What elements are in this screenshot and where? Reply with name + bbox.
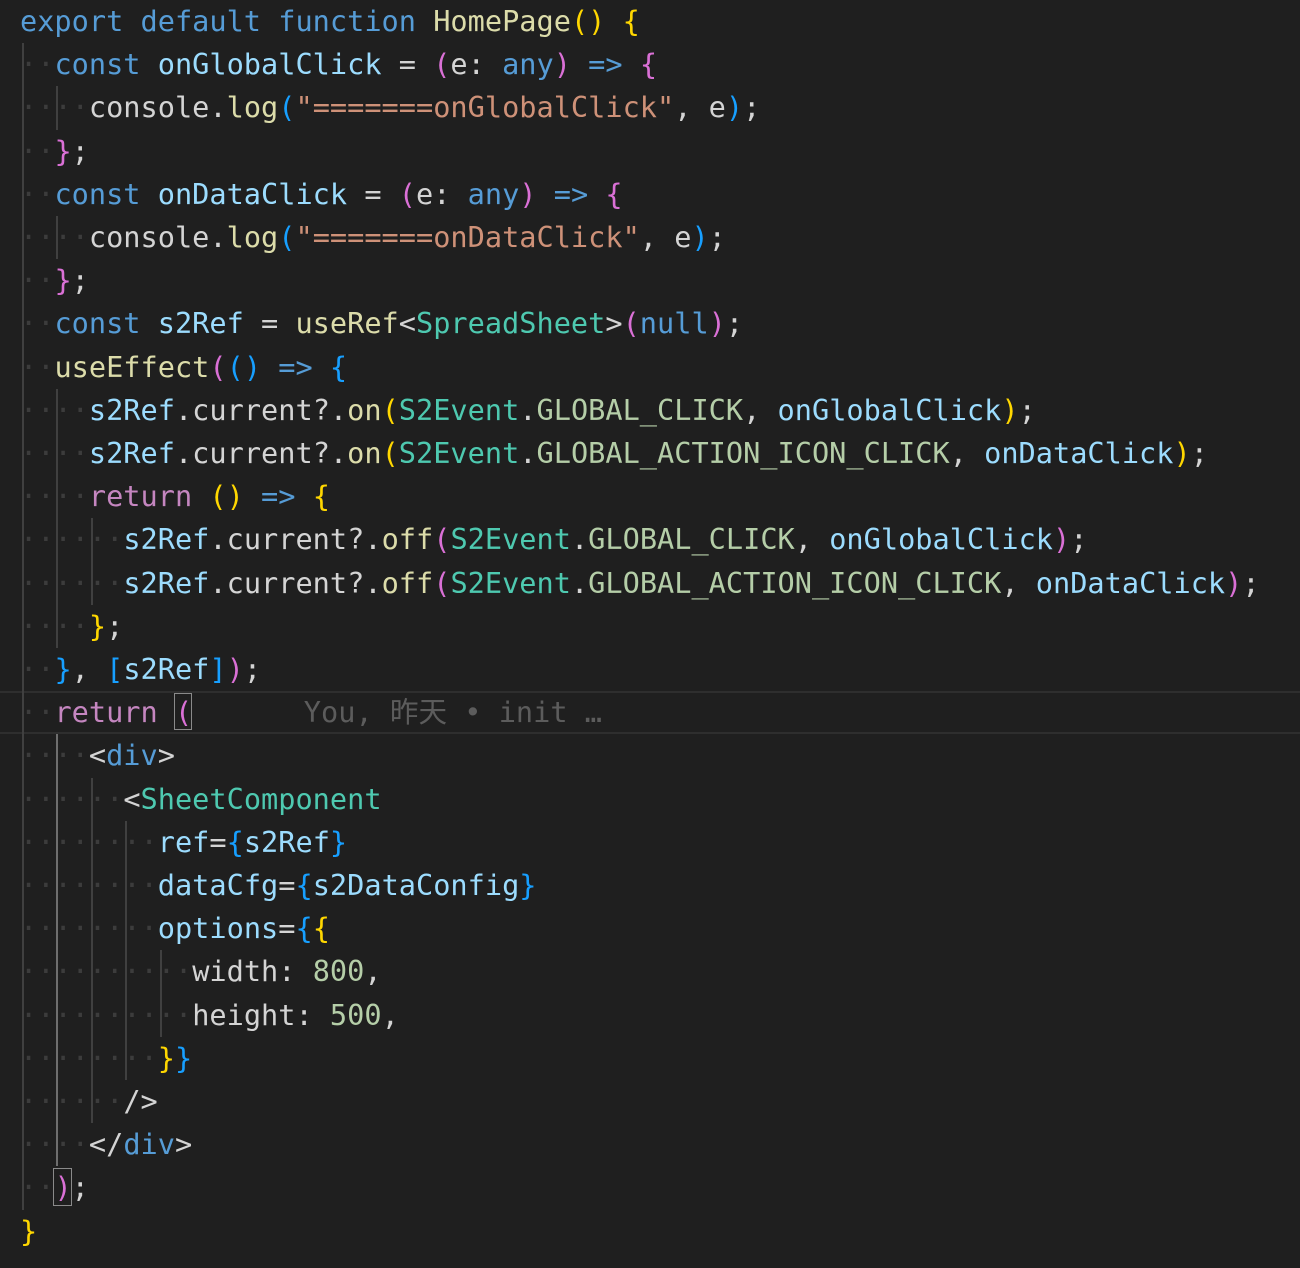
code-line[interactable]: ········}} <box>0 1037 1300 1080</box>
code-line[interactable]: ····}; <box>0 605 1300 648</box>
code-text: ····console.log("=======onDataClick", e)… <box>20 220 726 254</box>
code-line[interactable]: ··}, [s2Ref]); <box>0 648 1300 691</box>
code-text: ····s2Ref.current?.on(S2Event.GLOBAL_CLI… <box>20 392 1036 427</box>
indent-guide <box>56 388 59 648</box>
code-text: ··········width: 800, <box>20 954 382 989</box>
code-text: ··const onGlobalClick = (e: any) => { <box>20 47 658 82</box>
indent-guide <box>159 950 162 1037</box>
code-line[interactable]: export default function HomePage() { <box>0 0 1300 43</box>
indent-guide <box>56 734 59 1167</box>
code-line[interactable]: ··}; <box>0 130 1300 173</box>
code-line[interactable]: ······s2Ref.current?.off(S2Event.GLOBAL_… <box>0 562 1300 605</box>
matching-bracket-highlight <box>173 693 192 731</box>
code-text: export default function HomePage() { <box>20 4 640 38</box>
code-text: ····return () => { <box>20 479 330 514</box>
code-line[interactable]: ······s2Ref.current?.off(S2Event.GLOBAL_… <box>0 518 1300 561</box>
code-text: ········}} <box>20 1040 193 1075</box>
code-text: ······/> <box>20 1084 158 1118</box>
code-text: ··}; <box>20 133 89 168</box>
git-blame-annotation: You, 昨天 • init … <box>303 695 602 730</box>
indent-guide <box>90 518 93 605</box>
code-line[interactable]: ··········height: 500, <box>0 994 1300 1037</box>
code-line[interactable]: ··return ( You, 昨天 • init … <box>0 691 1300 735</box>
matching-bracket-highlight <box>53 1168 72 1206</box>
code-text: ········ref={s2Ref} <box>20 824 348 859</box>
code-text: ····s2Ref.current?.on(S2Event.GLOBAL_ACT… <box>20 436 1208 470</box>
indent-guide <box>56 86 59 130</box>
code-line[interactable]: ··useEffect(() => { <box>0 346 1300 389</box>
code-text: ····console.log("=======onGlobalClick", … <box>20 90 761 125</box>
code-line[interactable]: ··const onDataClick = (e: any) => { <box>0 173 1300 216</box>
code-text: ······<SheetComponent <box>20 781 382 816</box>
code-line[interactable]: ····console.log("=======onDataClick", e)… <box>0 216 1300 259</box>
code-line[interactable]: ··const onGlobalClick = (e: any) => { <box>0 43 1300 86</box>
indent-guide <box>125 820 128 1080</box>
code-text: ··return ( <box>20 695 193 730</box>
code-text: ··········height: 500, <box>20 997 399 1032</box>
code-editor[interactable]: export default function HomePage() { ··co… <box>0 0 1300 1268</box>
code-line[interactable]: ········dataCfg={s2DataConfig} <box>0 864 1300 907</box>
code-text: ··const s2Ref = useRef<SpreadSheet>(null… <box>20 306 744 341</box>
code-text: ··const onDataClick = (e: any) => { <box>20 176 623 211</box>
indent-guide <box>90 777 93 1124</box>
code-text: ··}; <box>20 263 89 298</box>
code-line[interactable]: ····</div> <box>0 1123 1300 1166</box>
code-line[interactable]: ····s2Ref.current?.on(S2Event.GLOBAL_CLI… <box>0 389 1300 432</box>
code-line[interactable]: ····<div> <box>0 734 1300 777</box>
code-line[interactable]: ········ref={s2Ref} <box>0 821 1300 864</box>
code-text: ····}; <box>20 608 124 643</box>
code-line[interactable]: ····s2Ref.current?.on(S2Event.GLOBAL_ACT… <box>0 432 1300 475</box>
code-line[interactable]: ··········width: 800, <box>0 950 1300 993</box>
code-text: ····<div> <box>20 738 175 773</box>
code-text: ··}, [s2Ref]); <box>20 652 262 686</box>
code-text: ········options={{ <box>20 911 330 946</box>
code-line[interactable]: ········options={{ <box>0 907 1300 950</box>
code-text: ········dataCfg={s2DataConfig} <box>20 868 537 902</box>
code-text: ··useEffect(() => { <box>20 349 348 384</box>
code-text: ······s2Ref.current?.off(S2Event.GLOBAL_… <box>20 522 1088 557</box>
code-line[interactable]: ······/> <box>0 1080 1300 1123</box>
code-line[interactable]: } <box>0 1210 1300 1253</box>
code-line[interactable]: ····return () => { <box>0 475 1300 518</box>
code-line[interactable]: ··const s2Ref = useRef<SpreadSheet>(null… <box>0 302 1300 345</box>
code-line[interactable]: ····console.log("=======onGlobalClick", … <box>0 86 1300 129</box>
code-line[interactable]: ··}; <box>0 259 1300 302</box>
indent-guide <box>22 43 24 1210</box>
code-line[interactable]: ······<SheetComponent <box>0 778 1300 821</box>
code-line[interactable]: ··); <box>0 1166 1300 1209</box>
indent-guide <box>56 216 59 260</box>
code-text: ····</div> <box>20 1127 193 1162</box>
code-text: ······s2Ref.current?.off(S2Event.GLOBAL_… <box>20 565 1260 600</box>
code-text: } <box>20 1213 38 1248</box>
